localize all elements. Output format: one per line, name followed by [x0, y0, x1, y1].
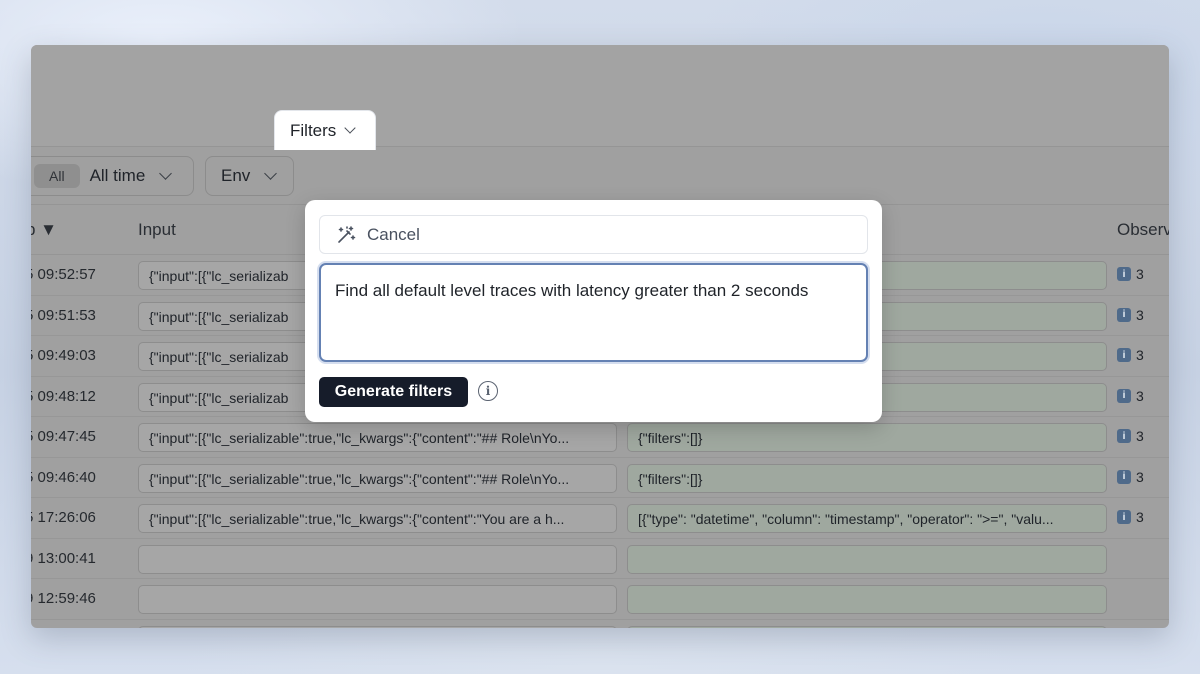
output-cell[interactable]: {"filters":[]}: [627, 423, 1107, 452]
header-band: [31, 45, 1169, 147]
observations-cell: i3: [1117, 428, 1144, 444]
table-row[interactable]: 9 12:59:46: [31, 579, 1169, 620]
toolbar: All All time Env: [31, 147, 1169, 205]
table-row[interactable]: 9 13:00:41: [31, 539, 1169, 579]
info-square-icon: i: [1117, 307, 1131, 322]
observations-cell: i3: [1117, 509, 1144, 525]
input-cell[interactable]: {"input":[{"lc_serializable":true,"lc_kw…: [138, 463, 617, 493]
timestamp-cell: 5 09:46:40: [31, 468, 96, 486]
filters-label: Filters: [290, 120, 337, 140]
timestamp-cell: 5 09:52:57: [31, 266, 96, 283]
observation-count: 3: [1136, 509, 1144, 525]
table-row[interactable]: 5 09:47:45 {"input":[{"lc_serializable":t…: [31, 417, 1169, 458]
observation-count: 3: [1136, 306, 1144, 323]
input-cell[interactable]: [138, 625, 617, 628]
info-square-icon: i: [1117, 469, 1131, 484]
chevron-down-icon: [159, 166, 173, 180]
info-icon[interactable]: i: [478, 381, 498, 401]
timestamp-cell: 5 09:48:12: [31, 387, 96, 405]
info-square-icon: i: [1117, 388, 1131, 403]
observation-count: 3: [1136, 387, 1144, 404]
timestamp-cell: 5 09:51:53: [31, 306, 96, 324]
input-cell[interactable]: {"input":[{"lc_serializable":true,"lc_kw…: [138, 504, 617, 533]
observation-count: 3: [1136, 468, 1144, 485]
time-range-select[interactable]: All All time: [31, 156, 194, 196]
observation-count: 3: [1136, 347, 1144, 363]
timestamp-cell: 5 09:49:03: [31, 347, 96, 364]
time-range-label: All time: [89, 166, 146, 185]
cancel-button[interactable]: Cancel: [319, 215, 868, 254]
column-header-timestamp[interactable]: p ▼: [31, 220, 57, 240]
info-square-icon: i: [1117, 510, 1131, 524]
input-cell[interactable]: [138, 544, 617, 574]
info-square-icon: i: [1117, 429, 1131, 443]
input-cell[interactable]: {"input":[{"lc_serializable":true,"lc_kw…: [138, 423, 617, 452]
table-row[interactable]: 5 09:46:40 {"input":[{"lc_serializable":t…: [31, 458, 1169, 498]
output-cell[interactable]: {"filters":[]}: [627, 463, 1107, 493]
column-header-observations[interactable]: Observ: [1117, 220, 1169, 240]
observations-cell: i3: [1117, 307, 1144, 323]
info-square-icon: i: [1117, 348, 1131, 362]
observations-cell: i3: [1117, 347, 1144, 363]
table-row[interactable]: [31, 620, 1169, 628]
output-cell[interactable]: [627, 585, 1107, 614]
observation-count: 3: [1136, 428, 1144, 444]
timestamp-cell: 9 12:59:46: [31, 590, 96, 607]
cancel-label: Cancel: [367, 224, 420, 244]
output-cell[interactable]: [627, 544, 1107, 574]
env-select[interactable]: Env: [205, 156, 294, 196]
magic-wand-icon: [338, 225, 356, 243]
observation-count: 3: [1136, 266, 1144, 282]
chevron-down-icon: [344, 121, 356, 134]
output-cell[interactable]: [627, 625, 1107, 628]
filters-popover: Cancel Find all default level traces wit…: [305, 200, 882, 422]
info-square-icon: i: [1117, 267, 1131, 281]
input-cell[interactable]: [138, 585, 617, 614]
timestamp-cell: 9 13:00:41: [31, 549, 96, 567]
observations-cell: i3: [1117, 388, 1144, 404]
timestamp-cell: 5 09:47:45: [31, 428, 96, 445]
generate-filters-button[interactable]: Generate filters: [319, 377, 468, 407]
natural-language-filter-input[interactable]: Find all default level traces with laten…: [319, 263, 868, 362]
timestamp-cell: 5 17:26:06: [31, 509, 96, 526]
column-header-input[interactable]: Input: [138, 220, 176, 240]
chevron-down-icon: [264, 166, 278, 180]
filters-button[interactable]: Filters: [274, 110, 376, 150]
env-label: Env: [221, 166, 251, 185]
all-badge[interactable]: All: [34, 164, 80, 188]
observations-cell: i3: [1117, 266, 1144, 282]
output-cell[interactable]: [{"type": "datetime", "column": "timesta…: [627, 504, 1107, 533]
observations-cell: i3: [1117, 469, 1144, 485]
table-row[interactable]: 5 17:26:06 {"input":[{"lc_serializable":t…: [31, 498, 1169, 539]
